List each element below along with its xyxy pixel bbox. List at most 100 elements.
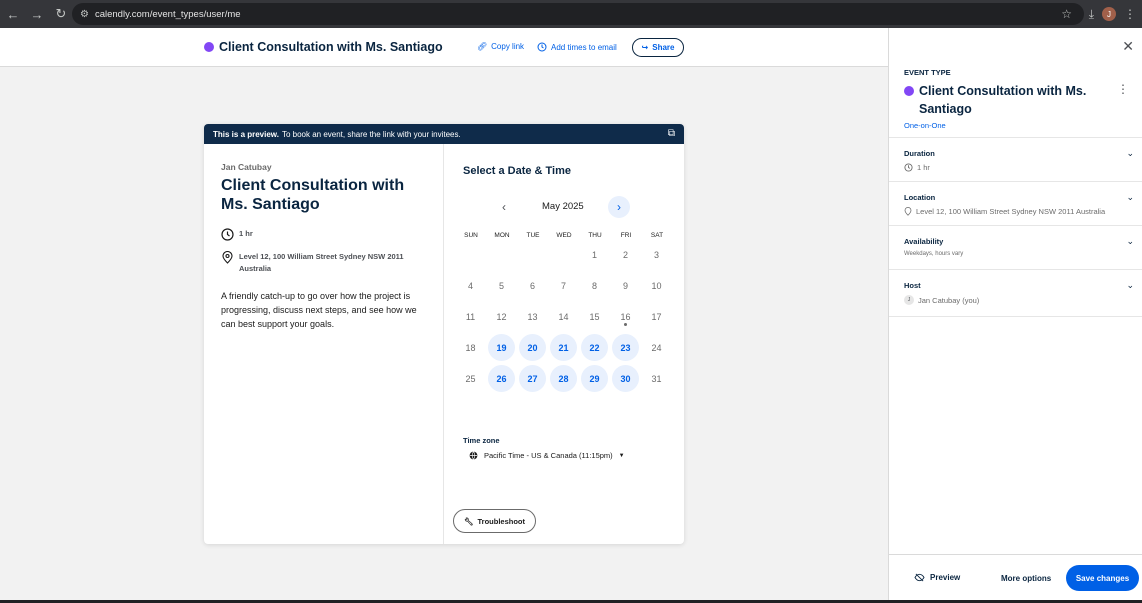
location-section[interactable]: Location Level 12, 100 William Street Sy… — [889, 181, 1142, 227]
chevron-down-icon[interactable]: ⌄ — [1126, 192, 1134, 203]
day-number: 4 — [467, 280, 473, 291]
browser-menu-icon[interactable]: ⋮ — [1124, 7, 1136, 21]
more-vertical-icon[interactable]: ⋮ — [1117, 82, 1129, 96]
calendar-day-13: 13 — [519, 303, 546, 330]
share-button[interactable]: ↪ Share — [632, 38, 684, 57]
calendar-day-29[interactable]: 29 — [581, 365, 608, 392]
select-date-title: Select a Date & Time — [463, 165, 572, 177]
location-value: Level 12, 100 William Street Sydney NSW … — [916, 207, 1106, 216]
browser-actions: ⤓ J ⋮ — [1089, 0, 1142, 28]
today-indicator — [624, 323, 627, 326]
location-pin-icon — [904, 207, 912, 216]
day-number: 19 — [496, 342, 507, 353]
address-bar[interactable]: ⚙ calendly.com/event_types/user/me ☆ — [72, 3, 1084, 25]
day-number: 17 — [651, 311, 662, 322]
calendar-day-7: 7 — [550, 272, 577, 299]
day-number: 2 — [622, 249, 628, 260]
day-number: 21 — [558, 342, 569, 353]
location-text: Level 12, 100 William Street Sydney NSW … — [239, 252, 404, 273]
calendar-day-27[interactable]: 27 — [519, 365, 546, 392]
event-kind[interactable]: One-on-One — [904, 121, 1129, 130]
calendar-day-11: 11 — [457, 303, 484, 330]
calendar-day-31: 31 — [643, 365, 670, 392]
day-number: 25 — [465, 373, 476, 384]
site-info-icon[interactable]: ⚙ — [80, 9, 89, 20]
copy-link-button[interactable]: 🔗︎ Copy link — [477, 42, 524, 51]
close-icon[interactable]: ✕ — [1122, 38, 1134, 55]
availability-section[interactable]: Availability Weekdays, hours vary ⌄ — [889, 225, 1142, 268]
calendar-day-30[interactable]: 30 — [612, 365, 639, 392]
host-value-row: J Jan Catubay (you) — [904, 295, 1128, 305]
clock-icon — [221, 228, 234, 241]
calendar-day-24: 24 — [643, 334, 670, 361]
calendar-day-5: 5 — [488, 272, 515, 299]
calendar-day-19[interactable]: 19 — [488, 334, 515, 361]
globe-icon — [469, 451, 478, 460]
month-label: May 2025 — [542, 201, 584, 212]
calendar-day-20[interactable]: 20 — [519, 334, 546, 361]
weekday-tue: TUE — [526, 232, 540, 239]
host-avatar: J — [904, 295, 914, 305]
reload-icon[interactable]: ↻ — [50, 3, 72, 25]
external-link-icon[interactable]: ⧉ — [668, 128, 675, 139]
calendar-day-26[interactable]: 26 — [488, 365, 515, 392]
calendar-day-14: 14 — [550, 303, 577, 330]
day-number: 3 — [653, 249, 659, 260]
day-number: 14 — [558, 311, 569, 322]
calendar-day-15: 15 — [581, 303, 608, 330]
chevron-down-icon[interactable]: ⌄ — [1126, 148, 1134, 159]
calendar-day-21[interactable]: 21 — [550, 334, 577, 361]
day-number: 20 — [527, 342, 538, 353]
event-title: Client Consultation with Ms. Santiago — [221, 177, 405, 213]
more-options-button[interactable]: More options — [1001, 574, 1051, 583]
app-area: Client Consultation with Ms. Santiago 🔗︎… — [0, 28, 1142, 600]
duration-section[interactable]: Duration 1 hr ⌄ — [889, 137, 1142, 183]
preview-button[interactable]: Preview — [914, 573, 960, 582]
calendar-day-16: 16 — [612, 303, 639, 330]
banner-bold: This is a preview. — [213, 129, 279, 139]
event-color-dot — [204, 42, 214, 52]
day-number: 9 — [622, 280, 628, 291]
profile-avatar[interactable]: J — [1102, 7, 1116, 21]
troubleshoot-button[interactable]: 🔧︎ Troubleshoot — [453, 509, 536, 533]
host-value: Jan Catubay (you) — [918, 295, 980, 305]
copy-link-label: Copy link — [491, 42, 525, 51]
calendar-day-28[interactable]: 28 — [550, 365, 577, 392]
save-changes-button[interactable]: Save changes — [1066, 565, 1139, 591]
calendar-day-23[interactable]: 23 — [612, 334, 639, 361]
clock-icon — [537, 42, 547, 52]
calendar-day-6: 6 — [519, 272, 546, 299]
weekday-mon: MON — [494, 232, 510, 239]
back-icon[interactable]: ← — [2, 3, 24, 25]
host-section[interactable]: Host J Jan Catubay (you) ⌄ — [889, 269, 1142, 317]
day-number: 24 — [651, 342, 662, 353]
add-times-button[interactable]: Add times to email — [537, 42, 617, 52]
month-navigation: ‹ May 2025 › — [444, 196, 684, 218]
bookmark-star-icon[interactable]: ☆ — [1061, 7, 1072, 21]
chevron-right-icon[interactable]: › — [608, 196, 630, 218]
day-number: 8 — [591, 280, 597, 291]
chevron-down-icon[interactable]: ⌄ — [1126, 236, 1134, 247]
forward-icon[interactable]: → — [26, 3, 48, 25]
chevron-left-icon[interactable]: ‹ — [502, 200, 506, 214]
weekday-wed: WED — [556, 232, 572, 239]
day-number: 5 — [498, 280, 504, 291]
calendar-day-3: 3 — [643, 241, 670, 268]
duration-text: 1 hr — [239, 229, 253, 238]
event-details-pane: Jan Catubay Client Consultation with Ms.… — [204, 144, 444, 544]
day-number: 26 — [496, 373, 507, 384]
event-description: A friendly catch-up to go over how the p… — [221, 291, 417, 329]
calendar-day-22[interactable]: 22 — [581, 334, 608, 361]
duration-label: Duration — [904, 149, 935, 158]
event-type-label: EVENT TYPE — [904, 68, 951, 77]
event-color-dot — [904, 86, 914, 96]
day-number: 30 — [620, 373, 631, 384]
wrench-icon: 🔧︎ — [463, 516, 474, 526]
preview-banner: This is a preview. To book an event, sha… — [204, 124, 684, 144]
download-icon[interactable]: ⤓ — [1089, 7, 1094, 22]
timezone-select[interactable]: Pacific Time - US & Canada (11:15pm) ▼ — [469, 451, 625, 460]
calendar-day-1: 1 — [581, 241, 608, 268]
chevron-down-icon[interactable]: ⌄ — [1126, 280, 1134, 291]
location-value-row: Level 12, 100 William Street Sydney NSW … — [904, 207, 1128, 216]
booking-preview-card: This is a preview. To book an event, sha… — [204, 124, 684, 544]
